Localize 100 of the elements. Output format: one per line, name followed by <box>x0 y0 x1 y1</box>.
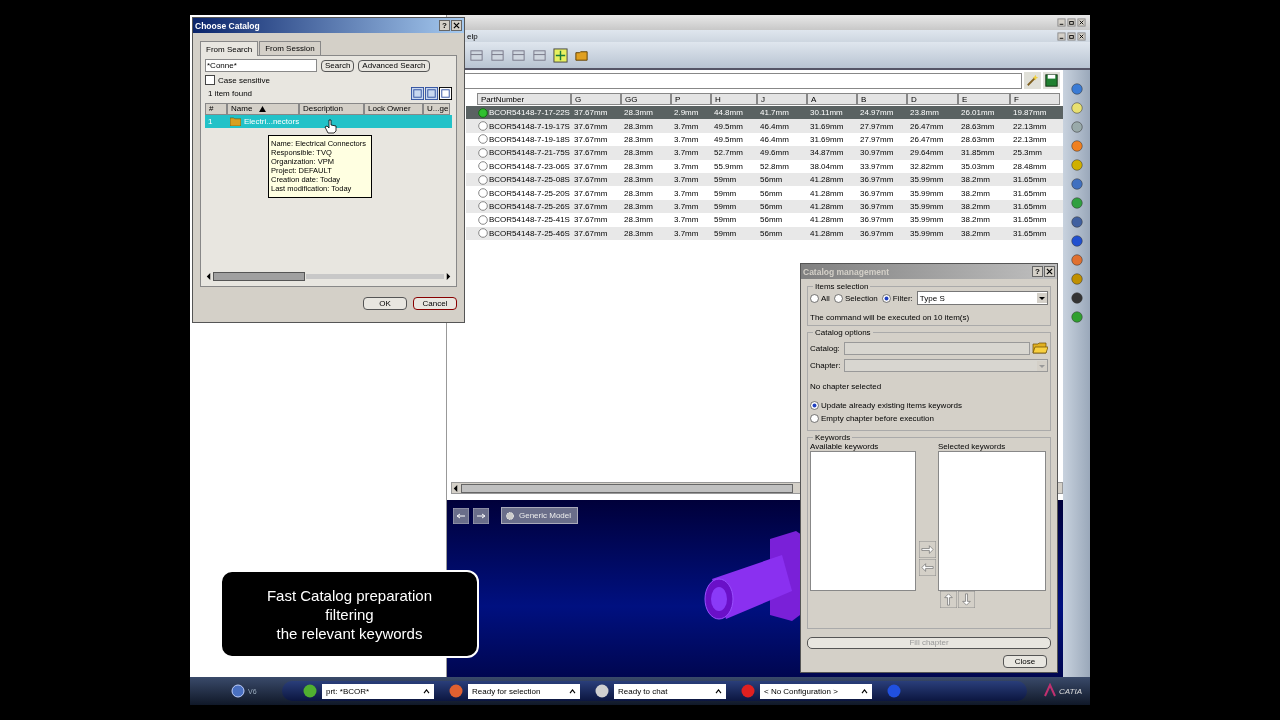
table-cell-text: 52.8mm <box>759 161 790 171</box>
table-cell-text: 41.28mm <box>809 228 845 238</box>
column-header[interactable]: B <box>857 93 907 105</box>
model-button[interactable]: Generic Model <box>501 507 579 524</box>
table-cell-text: 37.67mm <box>573 188 609 198</box>
table-row[interactable]: BCOR54148-7-25-08S 37.67mm 28.3mm 3.7mm 59mm 56mm 41.28mm 36.97mm 35.99mm 38.2mm 31.65mm <box>466 172 1063 187</box>
tab[interactable]: From Session <box>259 41 321 55</box>
table-cell-text: 3.7mm <box>673 188 700 198</box>
table-cell-text: 59mm <box>713 188 738 198</box>
table-cell-text: 25.3mm <box>1012 148 1043 158</box>
table-cell-text: 28.3mm <box>623 215 654 225</box>
column-header[interactable]: U...ge <box>423 102 450 115</box>
table-cell-text: 26.47mm <box>909 134 945 144</box>
advanced-search-button[interactable]: Advanced Search <box>358 59 430 72</box>
table-cell: BCOR54148-7-19-18S <box>489 134 570 144</box>
table-cell-text: 38.2mm <box>960 201 991 211</box>
table-cell-text: 28.3mm <box>623 148 654 158</box>
radio-label[interactable]: Selection <box>844 293 878 303</box>
column-header[interactable]: GG <box>621 93 671 105</box>
column-header[interactable]: PartNumber <box>477 93 571 105</box>
table-cell-text: 56mm <box>759 175 784 185</box>
column-header[interactable]: A <box>807 93 857 105</box>
result-count: 1 item found <box>208 89 253 98</box>
table-row[interactable]: BCOR54148-7-25-41S 37.67mm 28.3mm 3.7mm 59mm 56mm 41.28mm 36.97mm 35.99mm 38.2mm 31.65mm <box>466 213 1063 227</box>
tab[interactable]: From Search <box>200 41 259 56</box>
cancel-button[interactable]: Cancel <box>413 297 457 310</box>
table-cell-text: 37.67mm <box>573 121 609 131</box>
table-row[interactable]: BCOR54148-7-25-26S 37.67mm 28.3mm 3.7mm 59mm 56mm 41.28mm 36.97mm 35.99mm 38.2mm 31.65mm <box>466 199 1063 214</box>
table-cell-text: 22.13mm <box>1012 134 1048 144</box>
group-title: Catalog options <box>814 328 872 337</box>
ok-button[interactable]: OK <box>363 297 407 310</box>
table-cell-text: 3.7mm <box>673 215 700 225</box>
table-row[interactable]: BCOR54148-7-17-22S 37.67mm 28.3mm 2.9mm 44.8mm 41.7mm 30.11mm 24.97mm 23.8mm 26.01mm 19.87mm <box>466 106 1063 120</box>
column-header[interactable]: E <box>958 93 1010 105</box>
column-header[interactable]: Lock Owner <box>364 102 423 115</box>
table-cell-text: 34.87mm <box>809 148 845 158</box>
table-cell-text: 38.2mm <box>960 175 991 185</box>
table-cell-text: 44.8mm <box>713 108 744 118</box>
table-cell-text: 28.3mm <box>623 175 654 185</box>
status-field[interactable]: Ready for selection <box>468 683 580 699</box>
table-row[interactable]: BCOR54148-7-21-75S 37.67mm 28.3mm 3.7mm 52.7mm 49.6mm 34.87mm 30.97mm 29.64mm 31.85mm 25.3mm <box>466 146 1063 160</box>
table-cell-text: 28.3mm <box>623 134 654 144</box>
table-cell-text: 31.85mm <box>960 148 996 158</box>
checkbox-label[interactable]: Case sensitive <box>218 75 271 85</box>
table-cell-text: 56mm <box>759 215 784 225</box>
close-button[interactable]: Close <box>1003 655 1047 668</box>
table-cell-text: 3.7mm <box>673 148 700 158</box>
table-row[interactable]: BCOR54148-7-19-18S 37.67mm 28.3mm 3.7mm 49.5mm 46.4mm 31.69mm 27.97mm 26.47mm 28.63mm 22.13mm <box>466 132 1063 147</box>
table-cell-text: 46.4mm <box>759 134 790 144</box>
table-cell-text: 33.97mm <box>859 161 895 171</box>
brand-text: CATIA <box>1059 686 1082 696</box>
table-cell-text: 38.2mm <box>960 188 991 198</box>
column-header[interactable]: J <box>757 93 807 105</box>
column-header[interactable]: H <box>711 93 757 105</box>
table-cell-text: 37.67mm <box>573 228 609 238</box>
search-button[interactable]: Search <box>321 59 355 72</box>
table-cell-text: 35.03mm <box>960 161 996 171</box>
table-cell-text: 35.99mm <box>909 175 945 185</box>
column-header[interactable]: Name <box>227 102 299 115</box>
note-text: The command will be executed on 10 item(s) <box>810 313 971 322</box>
table-cell-text: 38.2mm <box>960 215 991 225</box>
table-cell: BCOR54148-7-17-22S <box>489 108 570 118</box>
menu-item[interactable]: elp <box>467 31 478 41</box>
table-row[interactable]: BCOR54148-7-23-06S 37.67mm 28.3mm 3.7mm 55.9mm 52.8mm 38.04mm 33.97mm 32.82mm 35.03mm 28.48mm <box>466 159 1063 173</box>
table-cell-text: 36.97mm <box>859 175 895 185</box>
table-cell: BCOR54148-7-25-41S <box>489 215 570 225</box>
table-cell-text: 31.69mm <box>809 134 845 144</box>
status-field[interactable]: < No Configuration > <box>760 683 872 699</box>
column-header[interactable]: # <box>205 102 227 115</box>
table-cell-text: 28.63mm <box>960 121 996 131</box>
column-header[interactable]: Description <box>299 102 364 115</box>
column-header[interactable]: G <box>571 93 621 105</box>
column-header[interactable]: F <box>1010 93 1060 105</box>
table-cell-text: 41.28mm <box>809 188 845 198</box>
table-cell: BCOR54148-7-19-17S <box>489 121 570 131</box>
search-field[interactable]: *Conne* <box>205 59 317 72</box>
table-cell-text: 28.3mm <box>623 201 654 211</box>
table-cell-text: 3.7mm <box>673 121 700 131</box>
radio-label[interactable]: Update already existing items keywords <box>821 401 962 410</box>
help-button[interactable]: ? <box>439 20 450 31</box>
column-header[interactable]: D <box>907 93 958 105</box>
filter-dropdown[interactable]: Type S <box>916 291 1048 305</box>
table-cell: BCOR54148-7-25-26S <box>489 201 570 211</box>
radio-label[interactable]: Filter: <box>892 293 913 303</box>
table-cell-text: 3.7mm <box>673 175 700 185</box>
table-cell-text: 49.5mm <box>713 121 744 131</box>
dialog-title: Choose Catalog <box>195 20 260 31</box>
table-cell-text: 30.97mm <box>859 148 895 158</box>
radio-label[interactable]: All <box>821 293 830 303</box>
table-cell: BCOR54148-7-25-20S <box>489 188 570 198</box>
table-cell-text: 37.67mm <box>573 161 609 171</box>
column-header[interactable]: P <box>671 93 711 105</box>
status-field[interactable]: prt: *BCOR* <box>322 683 434 699</box>
table-cell-text: 2.9mm <box>673 108 700 118</box>
table-row[interactable]: BCOR54148-7-25-46S 37.67mm 28.3mm 3.7mm 59mm 56mm 41.28mm 36.97mm 35.99mm 38.2mm 31.65mm <box>466 226 1063 240</box>
status-field[interactable]: Ready to chat <box>614 683 726 699</box>
table-cell-text: 41.28mm <box>809 201 845 211</box>
radio-label[interactable]: Empty chapter before execution <box>821 414 934 423</box>
table-row[interactable]: BCOR54148-7-19-17S 37.67mm 28.3mm 3.7mm 49.5mm 46.4mm 31.69mm 27.97mm 26.47mm 28.63mm 22.13mm <box>466 119 1063 133</box>
table-row[interactable]: BCOR54148-7-25-20S 37.67mm 28.3mm 3.7mm 59mm 56mm 41.28mm 36.97mm 35.99mm 38.2mm 31.65mm <box>466 186 1063 200</box>
